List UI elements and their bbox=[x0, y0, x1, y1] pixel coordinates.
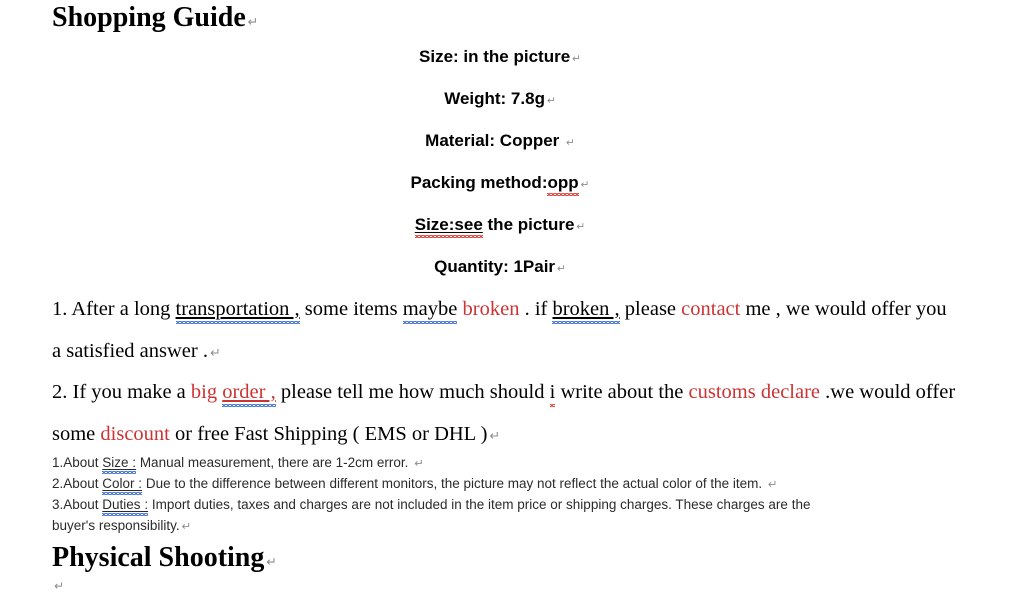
document-page: Shopping Guide ↵ Size: in the picture ↵ We… bbox=[0, 0, 1015, 593]
paragraph-return-mark: ↵ bbox=[767, 477, 778, 491]
section-title-text: Physical Shooting bbox=[52, 542, 265, 573]
spec-line-material-text: Material: Copper bbox=[425, 131, 565, 150]
note-3-wrap-text: buyer's responsibility. bbox=[52, 518, 180, 533]
paragraph-return-mark: ↵ bbox=[54, 579, 65, 593]
paragraph-return-mark: ↵ bbox=[414, 456, 424, 470]
spec-size-see-misspelled: Size:see bbox=[414, 215, 483, 238]
term-big: big bbox=[190, 381, 223, 403]
paragraph-1-seg-f: me , we would offer you bbox=[740, 298, 947, 320]
paragraph-2-line-2-a: some bbox=[52, 423, 101, 445]
page-title-text: Shopping Guide bbox=[52, 2, 246, 33]
paragraph-2-line-1: 2. If you make a big order , please tell… bbox=[52, 380, 956, 407]
spec-line-weight-text: Weight: 7.8g bbox=[444, 89, 545, 108]
paragraph-return-mark: ↵ bbox=[209, 345, 221, 360]
note-1-text: Manual measurement, there are 1-2cm erro… bbox=[136, 455, 409, 470]
note-line-duties-wrap: buyer's responsibility. ↵ bbox=[52, 518, 191, 534]
term-broken-second: broken , bbox=[552, 298, 620, 324]
paragraph-2-seg-a: If you make a bbox=[72, 381, 191, 403]
paragraph-return-mark: ↵ bbox=[566, 137, 575, 149]
paragraph-return-mark: ↵ bbox=[247, 14, 259, 29]
paragraph-return-mark: ↵ bbox=[580, 179, 590, 191]
note-3-text: Import duties, taxes and charges are not… bbox=[148, 497, 811, 512]
paragraph-1-number: 1. bbox=[52, 298, 72, 320]
paragraph-2-number: 2. bbox=[52, 381, 73, 403]
spec-packing-label: Packing method: bbox=[410, 173, 548, 192]
note-term-size: Size : bbox=[102, 455, 137, 474]
paragraph-2-line-2-b: or free Fast Shipping ( EMS or DHL ) bbox=[169, 423, 488, 445]
paragraph-1-seg-a: After a long bbox=[71, 298, 176, 320]
term-order: order , bbox=[222, 381, 276, 407]
paragraph-2-line-2: some discount or free Fast Shipping ( EM… bbox=[52, 422, 500, 448]
note-2-text: Due to the difference between different … bbox=[142, 476, 766, 491]
paragraph-2-seg-d: .we would offer bbox=[820, 381, 956, 403]
term-maybe: maybe bbox=[402, 298, 458, 324]
note-2-prefix: 2.About bbox=[52, 476, 103, 491]
spec-line-size: Size: in the picture ↵ bbox=[0, 47, 1000, 69]
spec-packing-value-misspelled: opp bbox=[547, 173, 579, 196]
note-line-size: 1.About Size : Manual measurement, there… bbox=[52, 455, 424, 474]
spec-line-quantity: Quantity: 1Pair ↵ bbox=[0, 257, 1000, 279]
spec-line-packing-method: Packing method: opp ↵ bbox=[0, 173, 1000, 196]
term-transportation: transportation , bbox=[175, 298, 300, 324]
spec-line-quantity-text: Quantity: 1Pair bbox=[434, 257, 556, 276]
note-line-duties: 3.About Duties : Import duties, taxes an… bbox=[52, 497, 811, 516]
page-title-shopping-guide: Shopping Guide ↵ bbox=[52, 2, 258, 38]
term-discount: discount bbox=[100, 423, 170, 445]
spec-line-material: Material: Copper ↵ bbox=[0, 131, 1000, 153]
paragraph-return-mark: ↵ bbox=[557, 263, 566, 275]
term-contact: contact bbox=[681, 298, 741, 320]
trailing-empty-paragraph: ↵ bbox=[52, 578, 64, 594]
paragraph-2-seg-b: please tell me how much should bbox=[275, 381, 550, 403]
paragraph-2-seg-c: write about the bbox=[555, 381, 689, 403]
paragraph-return-mark: ↵ bbox=[489, 428, 501, 443]
note-term-color: Color : bbox=[102, 476, 143, 495]
note-1-prefix: 1.About bbox=[52, 455, 103, 470]
paragraph-1-line-1: 1. After a long transportation , some it… bbox=[52, 297, 947, 324]
term-i-misspelled: i bbox=[549, 381, 556, 407]
spec-size-see-rest: the picture bbox=[482, 215, 575, 234]
paragraph-return-mark: ↵ bbox=[181, 519, 192, 533]
paragraph-return-mark: ↵ bbox=[572, 53, 581, 65]
paragraph-return-mark: ↵ bbox=[266, 554, 277, 569]
spec-line-weight: Weight: 7.8g ↵ bbox=[0, 89, 1000, 111]
section-title-physical-shooting: Physical Shooting ↵ bbox=[52, 542, 277, 578]
paragraph-return-mark: ↵ bbox=[546, 95, 556, 107]
term-broken-first: broken bbox=[462, 298, 520, 320]
paragraph-1-line-2: a satisfied answer . ↵ bbox=[52, 339, 221, 365]
note-term-duties: Duties : bbox=[102, 497, 149, 516]
paragraph-1-line-2-text: a satisfied answer . bbox=[52, 340, 208, 362]
paragraph-1-seg-e: please bbox=[619, 298, 682, 320]
paragraph-1-seg-d: . if bbox=[519, 298, 553, 320]
term-customs-declare: customs declare bbox=[688, 381, 821, 403]
note-line-color: 2.About Color : Due to the difference be… bbox=[52, 476, 778, 495]
spec-line-size-text: Size: in the picture bbox=[419, 47, 571, 66]
spec-line-size-see: Size:see the picture ↵ bbox=[0, 215, 1000, 238]
paragraph-1-seg-b: some items bbox=[299, 298, 403, 320]
paragraph-return-mark: ↵ bbox=[576, 221, 586, 233]
note-3-prefix: 3.About bbox=[52, 497, 103, 512]
